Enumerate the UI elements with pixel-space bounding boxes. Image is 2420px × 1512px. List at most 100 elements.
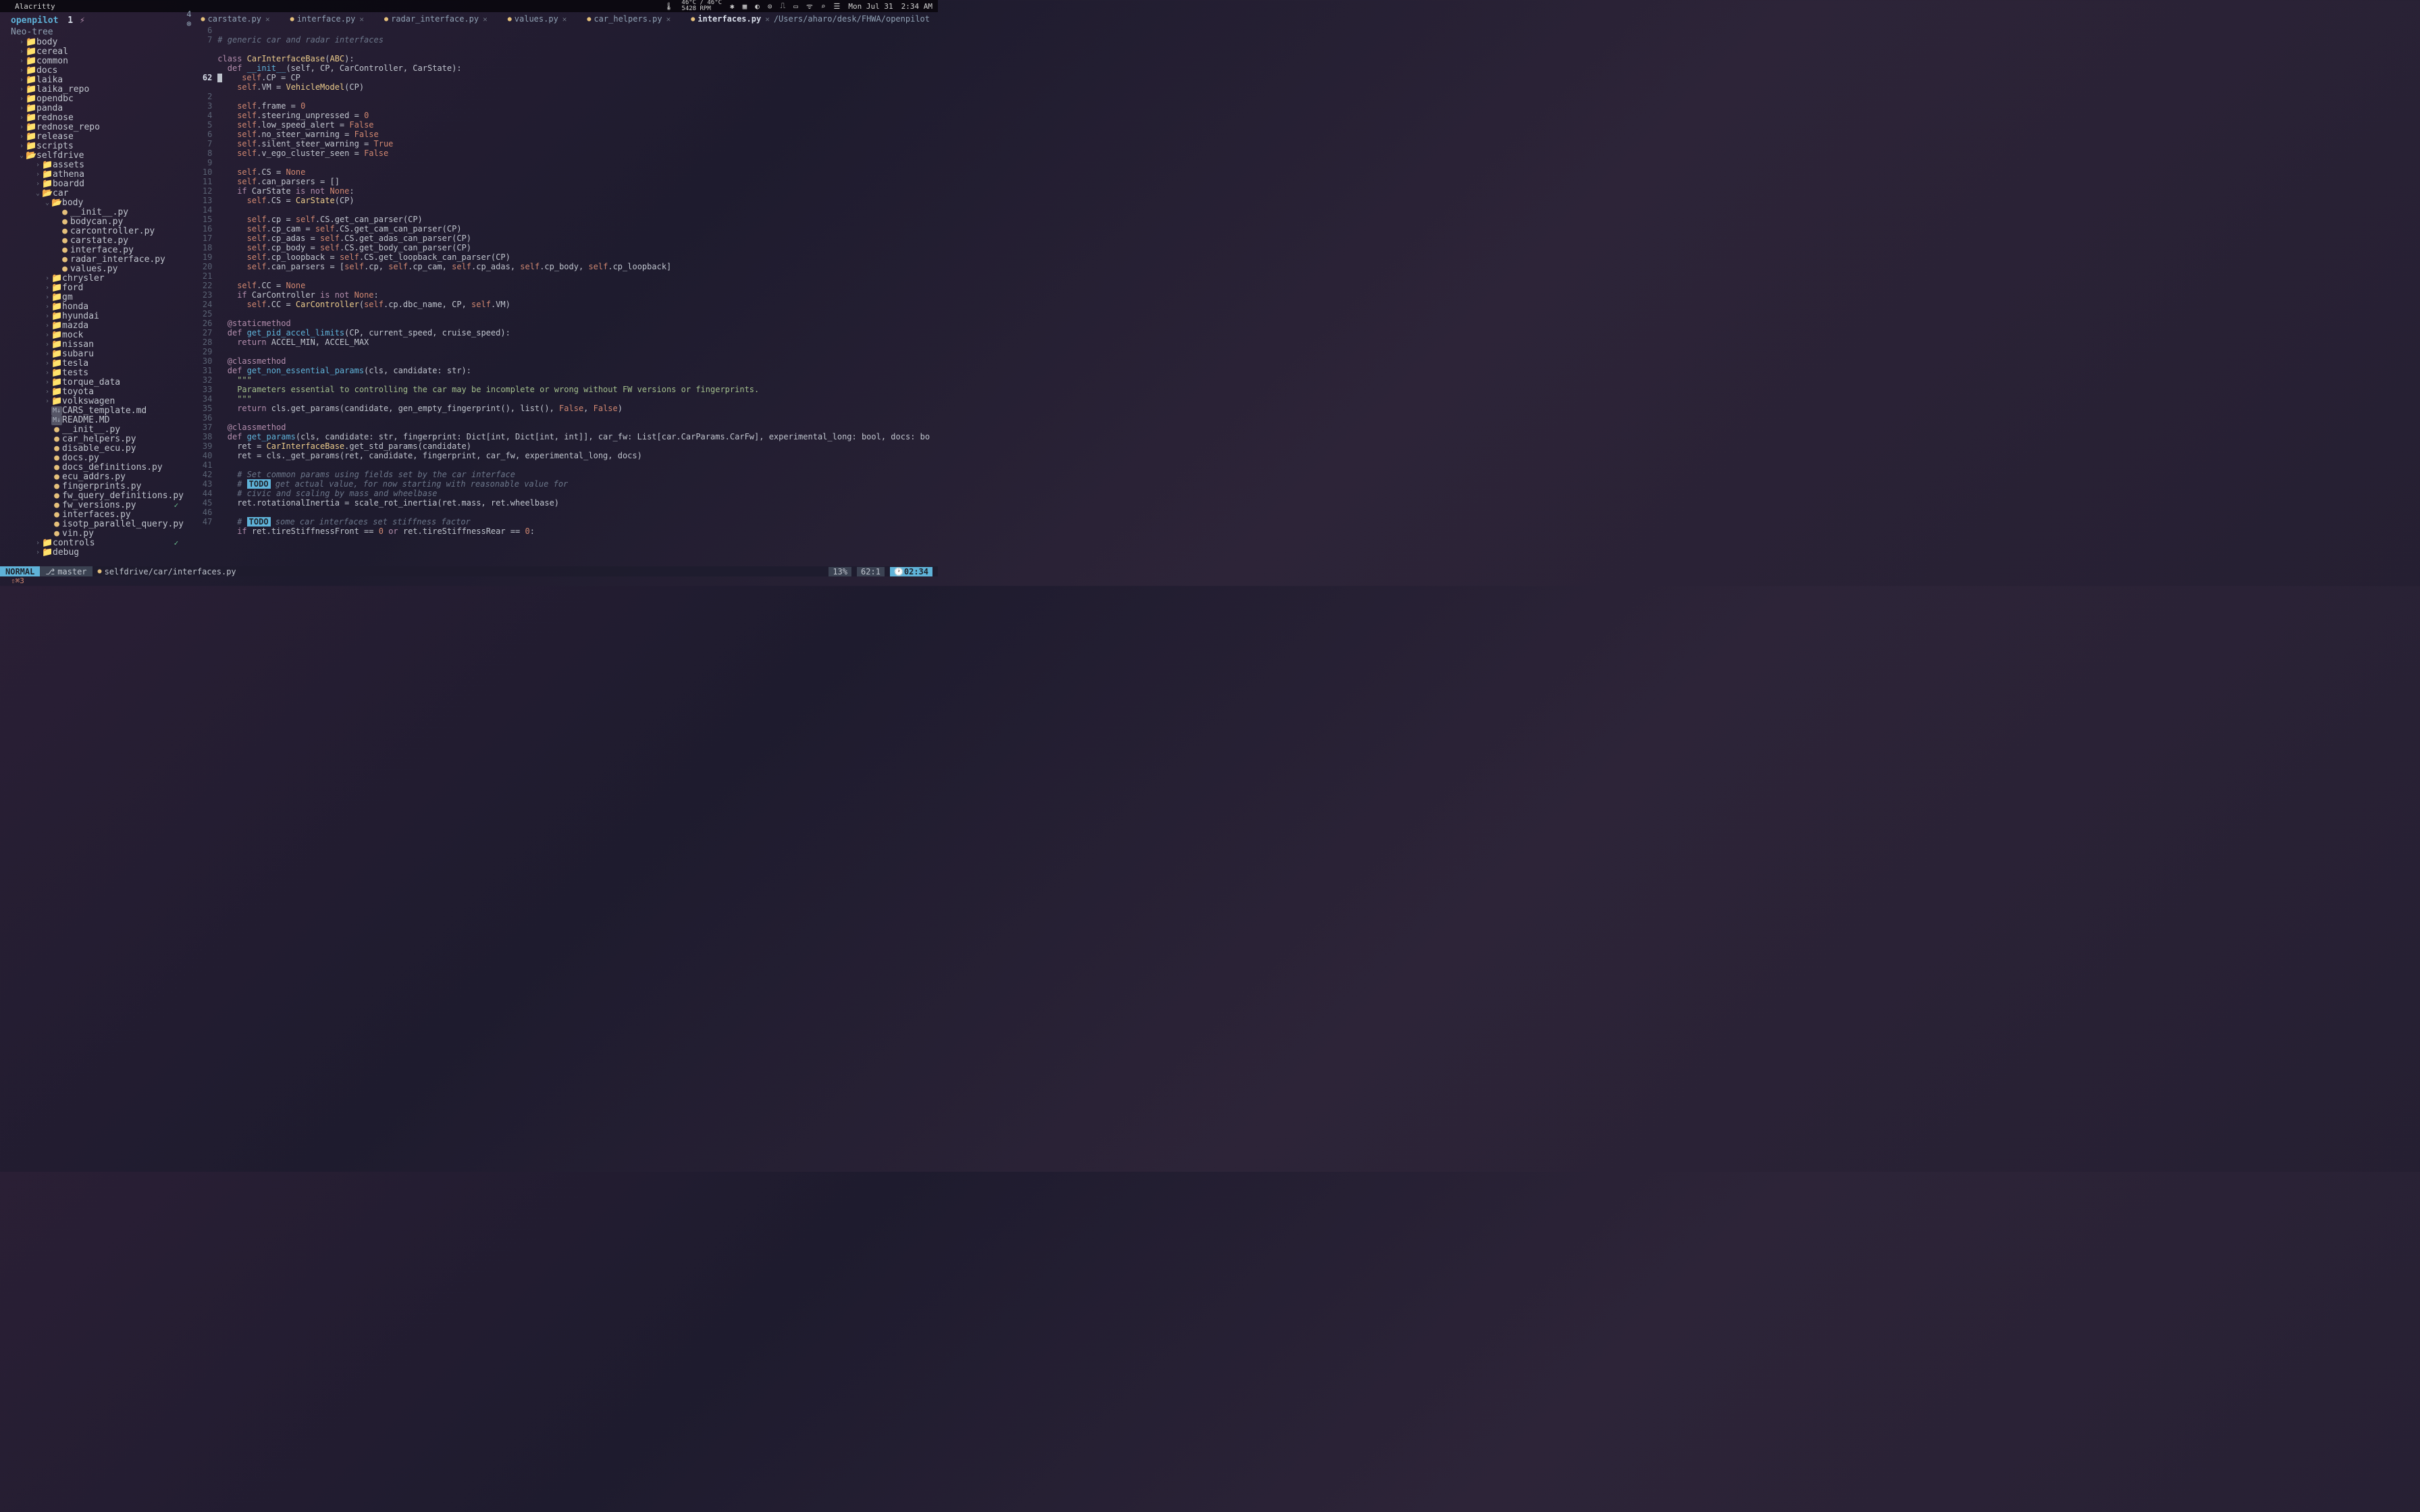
code-line[interactable]: @classmethod xyxy=(217,356,938,366)
code-line[interactable] xyxy=(217,26,938,35)
battery-icon[interactable]: ▭ xyxy=(793,2,798,11)
code-line[interactable]: # TODO get actual value, for now startin… xyxy=(217,479,938,489)
folder-subaru[interactable]: ›📁subaru xyxy=(11,350,184,359)
code-line[interactable]: if CarController is not None: xyxy=(217,290,938,300)
folder-assets[interactable]: ›📁assets xyxy=(11,161,184,170)
folder-opendbc[interactable]: ›📁opendbc xyxy=(11,94,184,104)
menubar-date[interactable]: Mon Jul 31 xyxy=(848,2,893,11)
close-icon[interactable]: ✕ xyxy=(483,15,488,24)
file-carstate-py[interactable]: ●carstate.py xyxy=(11,236,184,246)
code-line[interactable]: @staticmethod xyxy=(217,319,938,328)
folder-body[interactable]: ⌄ 📂 body xyxy=(11,198,184,208)
wifi-icon[interactable]: ᯤ xyxy=(806,1,813,11)
tab-interfaces-py[interactable]: ●interfaces.py✕ xyxy=(687,14,774,24)
tab-carstate-py[interactable]: ●carstate.py✕ xyxy=(197,14,274,24)
code-line[interactable] xyxy=(217,205,938,215)
folder-release[interactable]: ›📁release xyxy=(11,132,184,142)
code-line[interactable]: self.silent_steer_warning = True xyxy=(217,139,938,148)
code-line[interactable]: # TODO some car interfaces set stiffness… xyxy=(217,517,938,526)
search-icon[interactable]: ⌕ xyxy=(821,2,826,11)
folder-toyota[interactable]: ›📁toyota xyxy=(11,387,184,397)
code-line[interactable]: class CarInterfaceBase(ABC): xyxy=(217,54,938,63)
code-line[interactable]: self.CC = CarController(self.cp.dbc_name… xyxy=(217,300,938,309)
tab-radar_interface-py[interactable]: ●radar_interface.py✕ xyxy=(380,14,492,24)
code-line[interactable]: self.cp_body = self.CS.get_body_can_pars… xyxy=(217,243,938,252)
code-line[interactable] xyxy=(217,92,938,101)
screen-mirror-icon[interactable]: ⎍ xyxy=(781,1,786,11)
file-fw_query_definitions-py[interactable]: ●fw_query_definitions.py xyxy=(11,491,184,501)
close-icon[interactable]: ✕ xyxy=(765,15,770,24)
file-CARS_template-md[interactable]: M↓CARS_template.md xyxy=(11,406,184,416)
code-line[interactable]: def __init__(self, CP, CarController, Ca… xyxy=(217,63,938,73)
code-line[interactable] xyxy=(217,508,938,517)
code-line[interactable]: ret.rotationalInertia = scale_rot_inerti… xyxy=(217,498,938,508)
code-content[interactable]: # generic car and radar interfaces class … xyxy=(217,26,938,586)
code-line[interactable] xyxy=(217,271,938,281)
folder-hyundai[interactable]: ›📁hyundai xyxy=(11,312,184,321)
folder-scripts[interactable]: ›📁scripts xyxy=(11,142,184,151)
folder-chrysler[interactable]: ›📁chrysler xyxy=(11,274,184,284)
code-line[interactable] xyxy=(217,45,938,54)
folder-tesla[interactable]: ›📁tesla xyxy=(11,359,184,369)
folder-docs[interactable]: ›📁docs xyxy=(11,66,184,76)
code-line[interactable]: self.no_steer_warning = False xyxy=(217,130,938,139)
file-isotp_parallel_query-py[interactable]: ●isotp_parallel_query.py xyxy=(11,520,184,529)
file-docs-py[interactable]: ●docs.py xyxy=(11,454,184,463)
folder-rednose[interactable]: ›📁rednose xyxy=(11,113,184,123)
folder-cereal[interactable]: ›📁cereal xyxy=(11,47,184,57)
file-interfaces-py[interactable]: ●interfaces.py xyxy=(11,510,184,520)
folder-panda[interactable]: ›📁panda xyxy=(11,104,184,113)
tab-car_helpers-py[interactable]: ●car_helpers.py✕ xyxy=(583,14,675,24)
code-line[interactable]: self.can_parsers = [] xyxy=(217,177,938,186)
code-line[interactable]: Parameters essential to controlling the … xyxy=(217,385,938,394)
file-radar_interface-py[interactable]: ●radar_interface.py xyxy=(11,255,184,265)
file-__init__-py[interactable]: ●__init__.py xyxy=(11,425,184,435)
code-line[interactable]: """ xyxy=(217,375,938,385)
folder-boardd[interactable]: ›📁boardd xyxy=(11,180,184,189)
code-line[interactable]: ret = cls._get_params(ret, candidate, fi… xyxy=(217,451,938,460)
file-bodycan-py[interactable]: ●bodycan.py xyxy=(11,217,184,227)
code-line[interactable] xyxy=(217,347,938,356)
code-line[interactable]: return ACCEL_MIN, ACCEL_MAX xyxy=(217,338,938,347)
code-editor[interactable]: 6762234567891011121314151617181920212223… xyxy=(184,24,938,586)
code-line[interactable] xyxy=(217,460,938,470)
code-line[interactable]: def get_pid_accel_limits(CP, current_spe… xyxy=(217,328,938,338)
code-line[interactable]: self.steering_unpressed = 0 xyxy=(217,111,938,120)
folder-rednose_repo[interactable]: ›📁rednose_repo xyxy=(11,123,184,132)
code-line[interactable] xyxy=(217,413,938,423)
close-icon[interactable]: ✕ xyxy=(359,15,364,24)
folder-car[interactable]: ⌄ 📂 car xyxy=(11,189,184,198)
folder-volkswagen[interactable]: ›📁volkswagen xyxy=(11,397,184,406)
code-line[interactable]: if ret.tireStiffnessFront == 0 or ret.ti… xyxy=(217,526,938,536)
file-tree-sidebar[interactable]: openpilot 1 ⚡ Neo-tree ›📁body›📁cereal›📁c… xyxy=(0,12,184,586)
code-line[interactable]: self.can_parsers = [self.cp, self.cp_cam… xyxy=(217,262,938,271)
code-line[interactable]: @classmethod xyxy=(217,423,938,432)
folder-common[interactable]: ›📁common xyxy=(11,57,184,66)
do-not-disturb-icon[interactable]: ◐ xyxy=(755,2,760,11)
folder-selfdrive[interactable]: ⌄ 📂 selfdrive xyxy=(11,151,184,161)
menubar-app-name[interactable]: Alacritty xyxy=(15,2,55,11)
folder-gm[interactable]: ›📁gm xyxy=(11,293,184,302)
folder-body[interactable]: ›📁body xyxy=(11,38,184,47)
code-line[interactable]: # civic and scaling by mass and wheelbas… xyxy=(217,489,938,498)
file-disable_ecu-py[interactable]: ●disable_ecu.py xyxy=(11,444,184,454)
tab-interface-py[interactable]: ●interface.py✕ xyxy=(286,14,368,24)
file-docs_definitions-py[interactable]: ●docs_definitions.py xyxy=(11,463,184,473)
play-icon[interactable]: ⊙ xyxy=(768,2,772,11)
code-line[interactable]: self.CP = CP xyxy=(217,73,938,82)
folder-controls[interactable]: › 📁 controls ✓ xyxy=(11,539,184,548)
code-line[interactable]: self.cp_cam = self.CS.get_cam_can_parser… xyxy=(217,224,938,234)
code-line[interactable]: self.CC = None xyxy=(217,281,938,290)
file-ecu_addrs-py[interactable]: ●ecu_addrs.py xyxy=(11,473,184,482)
code-line[interactable]: # generic car and radar interfaces xyxy=(217,35,938,45)
folder-laika_repo[interactable]: ›📁laika_repo xyxy=(11,85,184,94)
folder-mazda[interactable]: ›📁mazda xyxy=(11,321,184,331)
code-line[interactable]: self.CS = None xyxy=(217,167,938,177)
file-fw_versions-py[interactable]: ●fw_versions.py✓ xyxy=(11,501,184,510)
code-line[interactable]: self.low_speed_alert = False xyxy=(217,120,938,130)
file-car_helpers-py[interactable]: ●car_helpers.py xyxy=(11,435,184,444)
menu-extra-icon-2[interactable]: ▦ xyxy=(743,2,747,11)
code-line[interactable]: def get_params(cls, candidate: str, fing… xyxy=(217,432,938,441)
code-line[interactable]: def get_non_essential_params(cls, candid… xyxy=(217,366,938,375)
menubar-time[interactable]: 2:34 AM xyxy=(901,2,932,11)
